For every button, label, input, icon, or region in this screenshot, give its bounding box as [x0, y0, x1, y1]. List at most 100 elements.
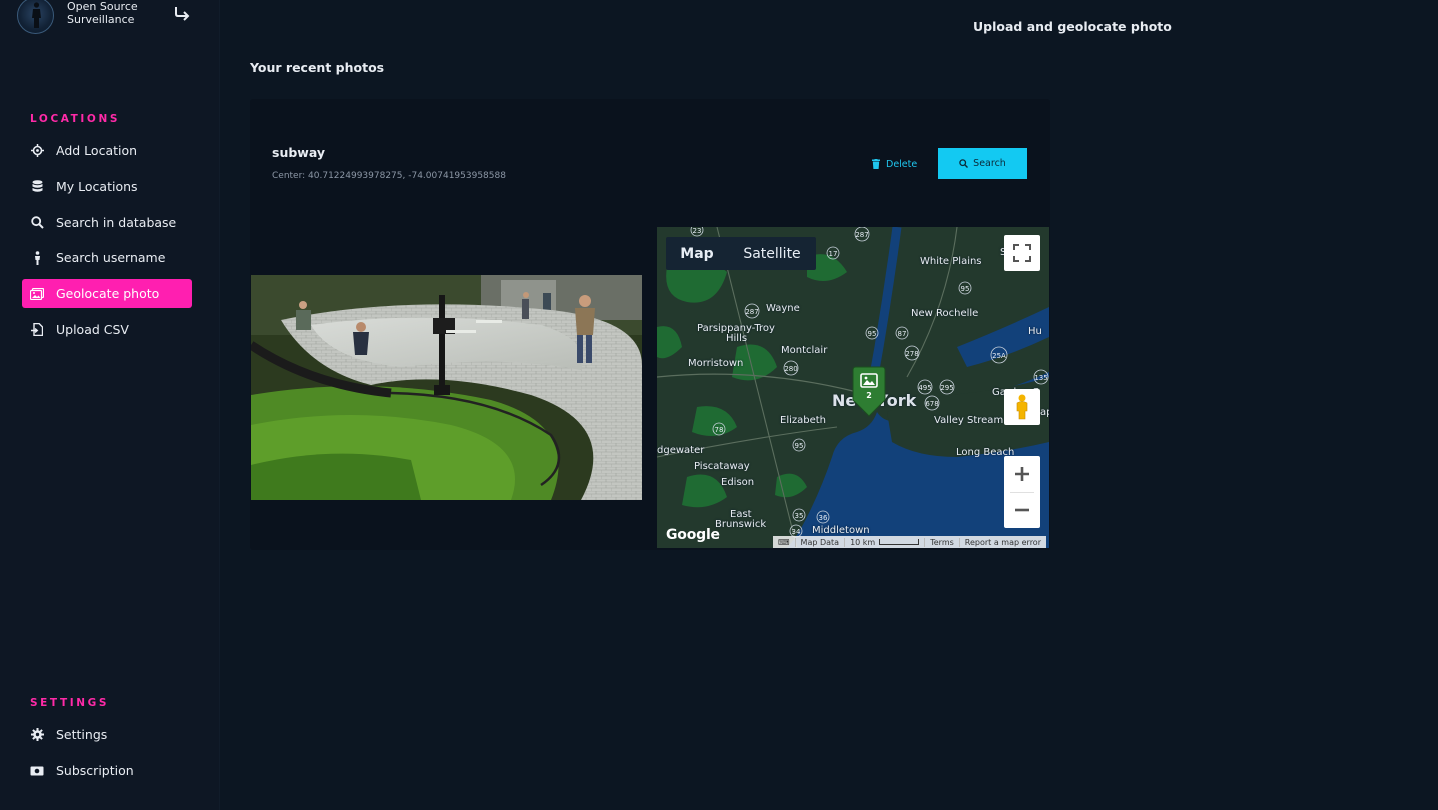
sidebar-item-geolocate-photo[interactable]: Geolocate photo: [22, 279, 192, 308]
trash-icon: [872, 159, 880, 169]
uploaded-photo: [251, 275, 642, 500]
sidebar-item-label: My Locations: [56, 179, 138, 194]
brand-name: Open Source Surveillance: [67, 0, 138, 26]
crosshair-icon: [30, 144, 44, 158]
svg-text:36: 36: [819, 514, 828, 522]
sidebar-item-search-database[interactable]: Search in database: [22, 208, 192, 237]
search-icon: [30, 216, 44, 230]
svg-text:678: 678: [925, 400, 938, 408]
recent-photos-heading: Your recent photos: [250, 60, 385, 75]
sidebar-item-label: Subscription: [56, 763, 134, 778]
money-bill-icon: [30, 764, 44, 778]
fullscreen-icon: [1013, 244, 1031, 262]
person-icon: [30, 250, 44, 265]
photo-title: subway: [272, 145, 326, 160]
svg-text:95: 95: [795, 442, 804, 450]
photo-center-coordinates: Center: 40.71224993978275, -74.007419539…: [272, 171, 506, 181]
svg-text:280: 280: [784, 365, 797, 373]
sidebar-item-search-username[interactable]: Search username: [22, 243, 192, 272]
zoom-out-button[interactable]: [1004, 492, 1040, 528]
svg-text:287: 287: [745, 308, 758, 316]
google-logo: Google: [666, 527, 720, 543]
gear-icon: [30, 728, 44, 742]
search-icon: [959, 159, 969, 168]
map-data-link[interactable]: Map Data: [794, 537, 845, 547]
fullscreen-button[interactable]: [1004, 235, 1040, 271]
svg-text:87: 87: [898, 330, 907, 338]
keyboard-shortcuts-icon[interactable]: ⌨: [773, 538, 795, 547]
photo-cluster-marker[interactable]: 2: [850, 366, 888, 418]
marker-count: 2: [866, 391, 872, 400]
zoom-in-button[interactable]: [1004, 456, 1040, 492]
minus-icon: [1015, 508, 1029, 512]
sidebar-item-label: Add Location: [56, 143, 138, 158]
svg-text:95: 95: [961, 285, 970, 293]
map-label-montclair: Montclair: [781, 345, 828, 356]
sidebar-item-add-location[interactable]: Add Location: [22, 136, 192, 165]
svg-text:278: 278: [905, 350, 918, 358]
map-scale[interactable]: 10 km: [844, 537, 924, 547]
sidebar-item-settings[interactable]: Settings: [22, 720, 192, 749]
sidebar-item-label: Settings: [56, 727, 108, 742]
map-label-brunswick: Brunswick: [715, 519, 767, 530]
locations-section-title: LOCATIONS: [30, 113, 121, 125]
map-type-control: Map Satellite: [666, 237, 816, 270]
svg-text:23: 23: [693, 227, 702, 235]
map-tab-satellite[interactable]: Satellite: [728, 237, 816, 270]
report-map-error-link[interactable]: Report a map error: [958, 537, 1046, 547]
svg-text:287: 287: [855, 231, 868, 239]
logout-icon[interactable]: [173, 4, 193, 24]
svg-text:135: 135: [1034, 374, 1047, 382]
map-attribution: ⌨ Map Data 10 km Terms Report a map erro…: [773, 536, 1046, 548]
search-button[interactable]: Search: [938, 148, 1027, 179]
svg-text:17: 17: [829, 250, 838, 258]
database-icon: [30, 180, 44, 194]
sidebar-item-label: Search in database: [56, 215, 177, 230]
upload-geolocate-link[interactable]: Upload and geolocate photo: [973, 19, 1172, 34]
map-label-hills: Hills: [726, 333, 748, 344]
search-label: Search: [973, 158, 1006, 169]
svg-text:25A: 25A: [992, 352, 1006, 360]
file-import-icon: [30, 323, 44, 337]
map-label-valley-stream: Valley Stream: [934, 415, 1004, 426]
zoom-control: [1004, 456, 1040, 528]
sidebar-item-label: Upload CSV: [56, 322, 129, 337]
map-label-morristown: Morristown: [688, 358, 744, 369]
map-tab-map[interactable]: Map: [666, 237, 728, 270]
svg-text:495: 495: [918, 384, 931, 392]
svg-text:34: 34: [792, 528, 801, 536]
svg-text:78: 78: [715, 426, 724, 434]
settings-section-title: SETTINGS: [30, 697, 109, 709]
street-view-pegman[interactable]: [1004, 389, 1040, 425]
sidebar: Open Source Surveillance LOCATIONS Add L…: [0, 0, 220, 810]
svg-text:35: 35: [795, 512, 804, 520]
sidebar-item-label: Geolocate photo: [56, 286, 160, 301]
svg-text:95: 95: [868, 330, 877, 338]
sidebar-item-upload-csv[interactable]: Upload CSV: [22, 315, 192, 344]
map-label-piscataway: Piscataway: [694, 461, 750, 472]
map-label-white-plains: White Plains: [920, 256, 982, 267]
map-label-new-rochelle: New Rochelle: [911, 308, 979, 319]
photo-card: subway Center: 40.71224993978275, -74.00…: [250, 99, 1050, 550]
terms-link[interactable]: Terms: [924, 537, 959, 547]
sidebar-item-subscription[interactable]: Subscription: [22, 756, 192, 785]
brand-logo: [17, 0, 54, 34]
map-label-edgewater: dgewater: [657, 445, 705, 456]
delete-button[interactable]: Delete: [872, 156, 917, 172]
delete-label: Delete: [886, 158, 918, 170]
map-label-hu: Hu: [1028, 326, 1042, 337]
sidebar-item-my-locations[interactable]: My Locations: [22, 172, 192, 201]
map-label-middletown: Middletown: [812, 525, 870, 536]
sidebar-item-label: Search username: [56, 250, 166, 265]
map-label-edison: Edison: [721, 477, 755, 488]
map-label-ap: ap: [1040, 407, 1049, 418]
svg-text:295: 295: [940, 384, 953, 392]
images-icon: [30, 287, 44, 301]
google-map[interactable]: 23 287 17 95 287 95 87 278 280 25A 495 2…: [657, 227, 1049, 548]
pegman-icon: [1016, 394, 1028, 420]
map-label-wayne: Wayne: [766, 303, 800, 314]
plus-icon: [1015, 467, 1029, 481]
map-scale-label: 10 km: [850, 537, 876, 547]
map-label-elizabeth: Elizabeth: [780, 415, 827, 426]
brand[interactable]: Open Source Surveillance: [17, 0, 207, 34]
